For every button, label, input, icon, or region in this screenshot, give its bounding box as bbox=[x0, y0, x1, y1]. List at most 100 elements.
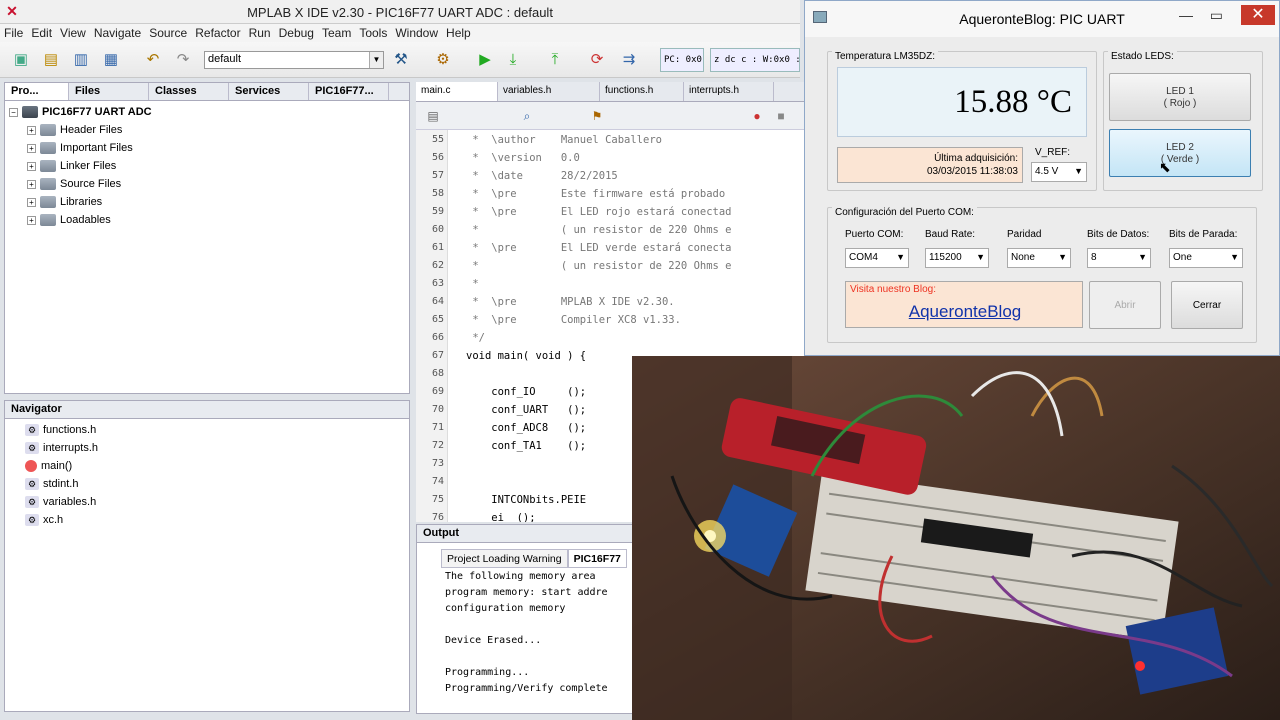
build-icon[interactable]: ⚒ bbox=[390, 50, 412, 70]
data-bits-select[interactable]: 8 ▼ bbox=[1087, 248, 1151, 268]
editor-toolbar: ▤ ⌕ ⚑ ● ■ bbox=[416, 102, 804, 130]
menu-help[interactable]: Help bbox=[442, 24, 475, 42]
tab-dashboard[interactable]: PIC16F77... bbox=[309, 83, 389, 100]
folder-icon bbox=[40, 160, 56, 172]
new-file-icon[interactable]: ▣ bbox=[10, 50, 32, 70]
led2-label: LED 2 bbox=[1166, 142, 1194, 153]
expand-icon[interactable]: + bbox=[27, 197, 36, 207]
collapse-icon[interactable]: − bbox=[9, 107, 18, 117]
minimize-icon[interactable]: — bbox=[1179, 7, 1193, 23]
project-root[interactable]: − PIC16F77 UART ADC bbox=[9, 103, 152, 121]
pc-register-readout: PC: 0x0 bbox=[660, 48, 704, 72]
menu-team[interactable]: Team bbox=[318, 24, 355, 42]
nav-item-main[interactable]: main() bbox=[25, 457, 72, 475]
tab-files[interactable]: Files bbox=[69, 83, 149, 100]
menu-run[interactable]: Run bbox=[245, 24, 275, 42]
menu-window[interactable]: Window bbox=[391, 24, 442, 42]
expand-icon[interactable]: + bbox=[27, 161, 36, 171]
tab-main-c[interactable]: main.c bbox=[416, 82, 498, 101]
program-device-icon[interactable]: ⤓ bbox=[502, 50, 524, 70]
read-device-icon[interactable]: ⤒ bbox=[544, 50, 566, 70]
menu-debug[interactable]: Debug bbox=[275, 24, 318, 42]
bookmark-icon[interactable]: ⚑ bbox=[586, 106, 608, 126]
nav-item-stdint-h[interactable]: ⚙ stdint.h bbox=[25, 475, 78, 493]
led2-button[interactable]: LED 2 ( Verde ) bbox=[1109, 129, 1251, 177]
temperature-group-caption: Temperatura LM35DZ: bbox=[832, 51, 939, 62]
led1-button[interactable]: LED 1 ( Rojo ) bbox=[1109, 73, 1251, 121]
expand-icon[interactable]: + bbox=[27, 215, 36, 225]
undo-icon[interactable]: ↶ bbox=[142, 50, 164, 70]
maximize-icon[interactable]: ▭ bbox=[1210, 7, 1223, 24]
record-macro-icon[interactable]: ● bbox=[746, 106, 768, 126]
clean-build-icon[interactable]: ⚙ bbox=[432, 50, 454, 70]
debug-icon[interactable]: ⇉ bbox=[618, 50, 640, 70]
line-number: 55 bbox=[431, 134, 444, 145]
close-icon[interactable]: ✕ bbox=[1241, 5, 1275, 25]
reset-icon[interactable]: ⟳ bbox=[586, 50, 608, 70]
tab-services[interactable]: Services bbox=[229, 83, 309, 100]
baud-rate-select[interactable]: 115200 ▼ bbox=[925, 248, 989, 268]
header-file-icon: ⚙ bbox=[25, 496, 39, 508]
vref-value: 4.5 V bbox=[1035, 166, 1059, 177]
code-line: * \pre Compiler XC8 v1.33. bbox=[466, 314, 681, 326]
tree-folder-libraries[interactable]: + Libraries bbox=[27, 193, 102, 211]
tab-functions-h[interactable]: functions.h bbox=[600, 82, 684, 101]
menu-source[interactable]: Source bbox=[145, 24, 191, 42]
code-line: */ bbox=[466, 332, 485, 344]
menu-edit[interactable]: Edit bbox=[27, 24, 56, 42]
tree-folder-loadables[interactable]: + Loadables bbox=[27, 211, 111, 229]
source-view-icon[interactable]: ▤ bbox=[422, 106, 444, 126]
nav-item-functions-h[interactable]: ⚙ functions.h bbox=[25, 421, 96, 439]
save-all-icon[interactable]: ▦ bbox=[100, 50, 122, 70]
configuration-select[interactable]: default ▼ bbox=[204, 51, 384, 69]
menu-refactor[interactable]: Refactor bbox=[191, 24, 244, 42]
nav-item-xc-h[interactable]: ⚙ xc.h bbox=[25, 511, 63, 529]
save-icon[interactable]: ▥ bbox=[70, 50, 92, 70]
line-number: 75 bbox=[431, 494, 444, 505]
tree-folder-source-files[interactable]: + Source Files bbox=[27, 175, 121, 193]
ide-window-title: MPLAB X IDE v2.30 - PIC16F77 UART ADC : … bbox=[247, 5, 553, 20]
tab-project-loading-warning[interactable]: Project Loading Warning bbox=[441, 549, 568, 568]
expand-icon[interactable]: + bbox=[27, 179, 36, 189]
expand-icon[interactable]: + bbox=[27, 125, 36, 135]
expand-icon[interactable]: + bbox=[27, 143, 36, 153]
tab-pic16f77[interactable]: PIC16F77 bbox=[567, 549, 627, 568]
tab-projects[interactable]: Pro... bbox=[5, 83, 69, 100]
stop-bits-select[interactable]: One ▼ bbox=[1169, 248, 1243, 268]
menu-file[interactable]: File bbox=[0, 24, 27, 42]
close-button[interactable]: Cerrar bbox=[1171, 281, 1243, 329]
output-line: Device Erased... bbox=[445, 635, 542, 646]
open-project-icon[interactable]: ▤ bbox=[40, 50, 62, 70]
blog-box: Visita nuestro Blog: AqueronteBlog bbox=[845, 281, 1083, 328]
tree-folder-linker-files[interactable]: + Linker Files bbox=[27, 157, 116, 175]
vref-label: V_REF: bbox=[1035, 147, 1071, 158]
nav-item-variables-h[interactable]: ⚙ variables.h bbox=[25, 493, 96, 511]
chevron-down-icon: ▼ bbox=[1230, 252, 1239, 262]
line-number: 66 bbox=[431, 332, 444, 343]
line-number: 72 bbox=[431, 440, 444, 451]
nav-item-interrupts-h[interactable]: ⚙ interrupts.h bbox=[25, 439, 98, 457]
run-icon[interactable]: ▶ bbox=[474, 50, 496, 70]
com-port-select[interactable]: COM4 ▼ bbox=[845, 248, 909, 268]
line-number: 63 bbox=[431, 278, 444, 289]
line-number: 73 bbox=[431, 458, 444, 469]
tab-classes[interactable]: Classes bbox=[149, 83, 229, 100]
tree-folder-important-files[interactable]: + Important Files bbox=[27, 139, 133, 157]
folder-label: Linker Files bbox=[60, 160, 117, 172]
vref-select[interactable]: 4.5 V ▼ bbox=[1031, 162, 1087, 182]
find-icon[interactable]: ⌕ bbox=[516, 106, 538, 126]
tab-interrupts-h[interactable]: interrupts.h bbox=[684, 82, 774, 101]
tree-folder-header-files[interactable]: + Header Files bbox=[27, 121, 122, 139]
menu-view[interactable]: View bbox=[56, 24, 90, 42]
ide-title-bar: ✕ MPLAB X IDE v2.30 - PIC16F77 UART ADC … bbox=[0, 0, 800, 24]
menu-navigate[interactable]: Navigate bbox=[90, 24, 145, 42]
stop-macro-icon[interactable]: ■ bbox=[770, 106, 792, 126]
tab-variables-h[interactable]: variables.h bbox=[498, 82, 600, 101]
com-port-value: COM4 bbox=[849, 252, 878, 263]
menu-tools[interactable]: Tools bbox=[355, 24, 391, 42]
open-button[interactable]: Abrir bbox=[1089, 281, 1161, 329]
blog-link[interactable]: AqueronteBlog bbox=[846, 302, 1084, 322]
code-line: conf_UART (); bbox=[466, 404, 587, 416]
parity-select[interactable]: None ▼ bbox=[1007, 248, 1071, 268]
redo-icon[interactable]: ↷ bbox=[172, 50, 194, 70]
